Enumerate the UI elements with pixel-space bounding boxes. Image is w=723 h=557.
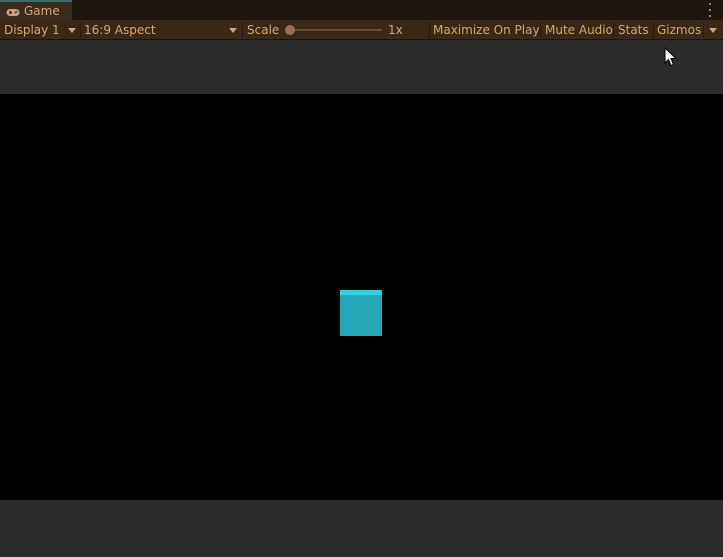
game-toolbar: Display 1 16:9 Aspect Scale 1x Maximize … — [0, 20, 723, 40]
letterbox-bottom — [0, 500, 723, 557]
toolbar-divider — [242, 22, 243, 38]
gizmos-chevron-down-icon[interactable] — [709, 28, 717, 33]
gamepad-icon — [6, 2, 20, 21]
gizmos-toggle[interactable]: Gizmos — [657, 20, 701, 39]
stats-toggle[interactable]: Stats — [618, 20, 649, 39]
mouse-cursor-icon — [664, 47, 678, 67]
toolbar-divider — [703, 22, 704, 38]
display-dropdown[interactable]: Display 1 — [4, 20, 60, 39]
toolbar-divider — [429, 22, 430, 38]
mute-audio-label: Mute Audio — [545, 22, 613, 37]
toolbar-divider — [613, 22, 614, 38]
scale-slider-thumb[interactable] — [285, 25, 295, 35]
game-window: Game Display 1 16:9 Aspect Scale 1x Maxi… — [0, 0, 723, 557]
scale-slider-track[interactable] — [290, 29, 382, 31]
aspect-chevron-down-icon — [229, 28, 237, 33]
toolbar-divider — [540, 22, 541, 38]
tab-strip: Game — [0, 0, 723, 20]
maximize-on-play-toggle[interactable]: Maximize On Play — [433, 20, 540, 39]
toolbar-divider — [653, 22, 654, 38]
scale-value-text: 1x — [388, 22, 403, 37]
aspect-dropdown-label: 16:9 Aspect — [84, 22, 156, 37]
stats-label: Stats — [618, 22, 649, 37]
kebab-menu-icon[interactable] — [707, 3, 713, 17]
scale-label: Scale — [247, 20, 279, 39]
display-dropdown-label: Display 1 — [4, 22, 60, 37]
aspect-dropdown[interactable]: 16:9 Aspect — [84, 20, 156, 39]
tab-game[interactable]: Game — [0, 0, 72, 20]
gizmos-label: Gizmos — [657, 22, 702, 37]
tab-label: Game — [24, 4, 60, 18]
letterbox-top — [0, 40, 723, 94]
scale-value: 1x — [388, 20, 403, 39]
mute-audio-toggle[interactable]: Mute Audio — [545, 20, 613, 39]
cube-object — [340, 290, 382, 336]
maximize-on-play-label: Maximize On Play — [433, 22, 540, 37]
scale-label-text: Scale — [247, 22, 280, 37]
toolbar-divider — [80, 22, 81, 38]
display-chevron-down-icon — [68, 28, 76, 33]
